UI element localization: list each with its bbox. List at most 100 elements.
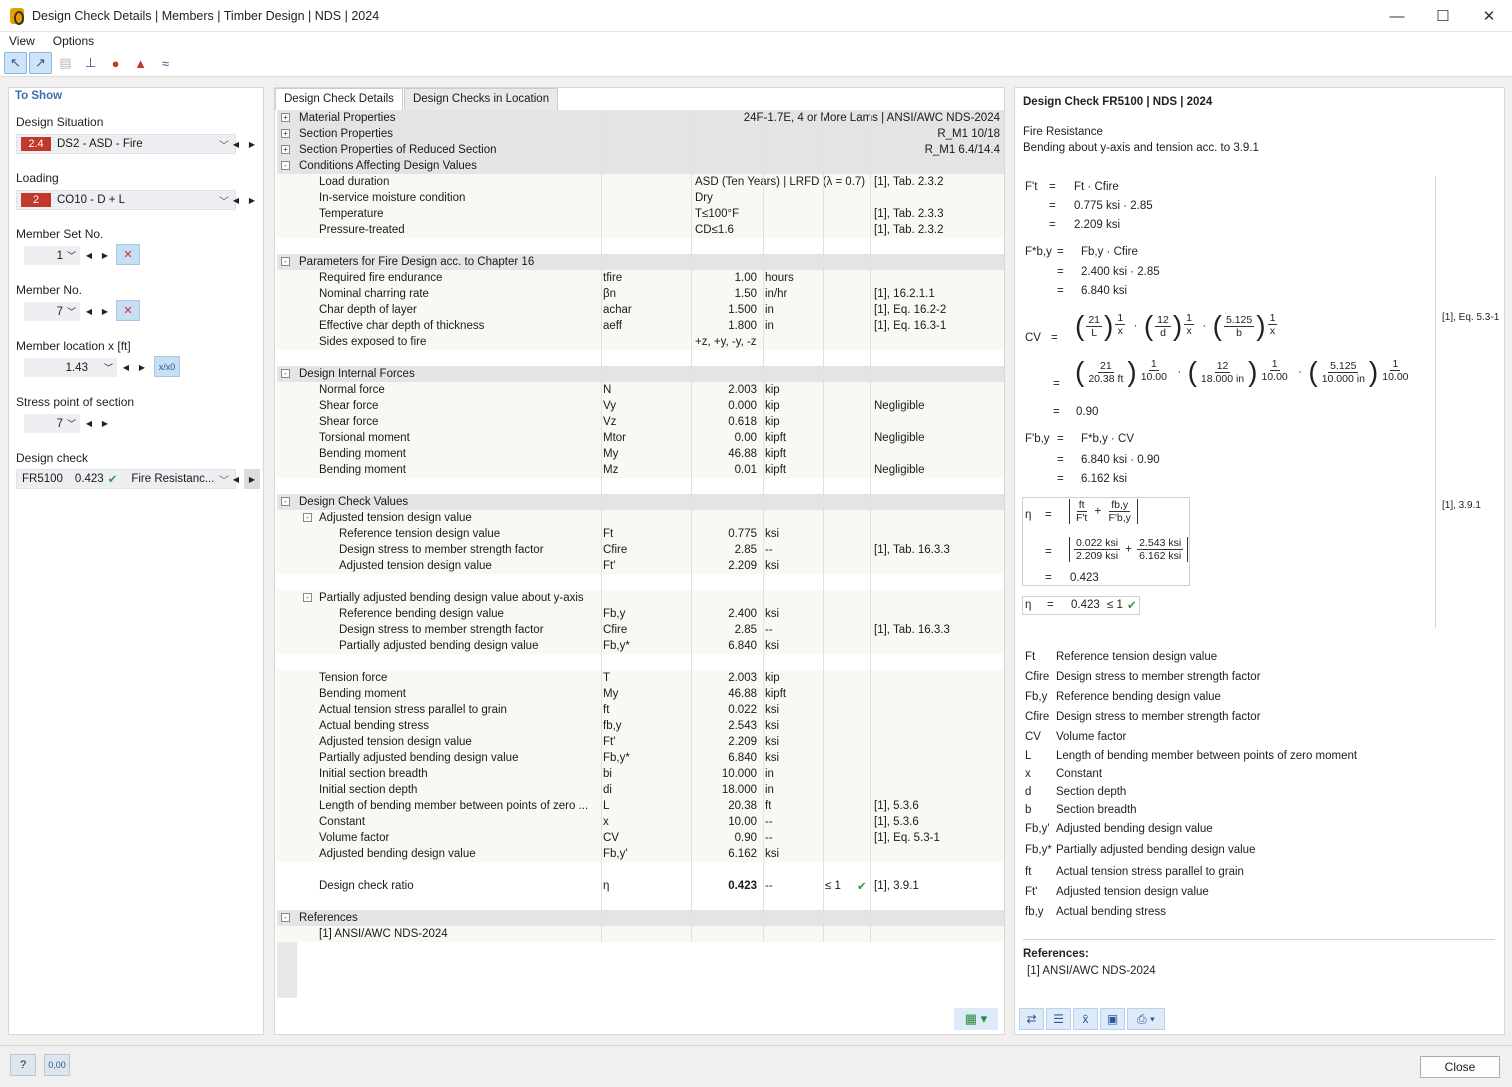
table-row[interactable]: Reference tension design value Ft 0.775 ksi [277, 526, 1004, 542]
expand-icon[interactable]: + [281, 129, 290, 138]
maximize-icon[interactable]: ☐ [1420, 0, 1466, 32]
table-row[interactable]: Bending moment My 46.88 kipft [277, 686, 1004, 702]
table-row[interactable]: Char depth of layer achar 1.500 in [1], Eq. … [277, 302, 1004, 318]
table-row[interactable]: Adjusted tension design value Ft' 2.209 ksi [277, 734, 1004, 750]
table-row[interactable]: Temperature T≤100°F [1], Tab. 2.3.3 [277, 206, 1004, 222]
stress-point-select[interactable]: 7 ﹀ [24, 414, 80, 433]
export-excel-icon[interactable]: ▦ ▾ [954, 1008, 998, 1030]
table-row[interactable]: Required fire endurance tfire 1.00 hours [277, 270, 1004, 286]
table-row[interactable]: Bending moment My 46.88 kipft [277, 446, 1004, 462]
table-row[interactable]: Design stress to member strength factor C… [277, 622, 1004, 638]
collapse-icon[interactable]: - [281, 161, 290, 170]
color-scale-icon[interactable]: ● [104, 52, 127, 74]
tab-design-checks-in-location[interactable]: Design Checks in Location [403, 88, 559, 110]
table-row[interactable]: Load duration ASD (Ten Years) | LRFD (λ =… [277, 174, 1004, 190]
next-arrow-icon[interactable]: ▶ [97, 301, 113, 321]
table-row[interactable]: Design check ratio η 0.423 -- ≤ 1 ✔ [1], 3.9.1 [277, 878, 1004, 894]
member-view-icon[interactable]: ⊥ [79, 52, 102, 74]
close-button[interactable]: Close [1420, 1056, 1500, 1078]
table-row[interactable]: Shear force Vz 0.618 kip [277, 414, 1004, 430]
tab-design-check-details[interactable]: Design Check Details [275, 88, 403, 110]
table-row[interactable]: Partially adjusted bending design value F… [277, 638, 1004, 654]
table-row[interactable]: Actual bending stress fb,y 2.543 ksi [277, 718, 1004, 734]
table-row[interactable]: Initial section depth di 18.000 in [277, 782, 1004, 798]
pick-member-button[interactable]: ✕ [116, 300, 140, 321]
collapse-icon[interactable]: - [281, 913, 290, 922]
section-row[interactable]: + Section Properties R_M1 10/18 [277, 126, 1004, 142]
table-row[interactable]: - Partially adjusted bending design value… [277, 590, 1004, 606]
table-row[interactable]: - Adjusted tension design value [277, 510, 1004, 526]
section-row[interactable]: + Material Properties 24F-1.7E, 4 or More … [277, 110, 1004, 126]
table-row[interactable]: Adjusted tension design value Ft' 2.209 ksi [277, 558, 1004, 574]
next-arrow-icon[interactable]: ▶ [244, 134, 260, 154]
collapse-icon[interactable]: - [303, 593, 312, 602]
table-row[interactable]: Design stress to member strength factor C… [277, 542, 1004, 558]
member-select[interactable]: 7 ﹀ [24, 302, 80, 321]
relative-location-button[interactable]: x/x0 [154, 356, 180, 377]
close-icon[interactable]: ✕ [1466, 0, 1512, 32]
table-row[interactable]: Reference bending design value Fb,y 2.400 k… [277, 606, 1004, 622]
table-row[interactable]: Pressure-treated CD≤1.6 [1], Tab. 2.3.2 [277, 222, 1004, 238]
member-set-select[interactable]: 1 ﹀ [24, 246, 80, 265]
minimize-icon[interactable]: — [1374, 0, 1420, 32]
section-row[interactable]: - Conditions Affecting Design Values [277, 158, 1004, 174]
menu-options[interactable]: Options [44, 34, 103, 48]
collapse-icon[interactable]: - [281, 257, 290, 266]
prev-arrow-icon[interactable]: ◀ [228, 190, 244, 210]
help-icon[interactable]: ? [10, 1054, 36, 1076]
section-row[interactable]: - Design Check Values [277, 494, 1004, 510]
location-select[interactable]: 1.43 ﹀ [24, 358, 117, 377]
expand-icon[interactable]: + [281, 113, 290, 122]
table-row[interactable]: Bending moment Mz 0.01 kipft Negligible [277, 462, 1004, 478]
table-row[interactable]: Tension force T 2.003 kip [277, 670, 1004, 686]
prev-arrow-icon[interactable]: ◀ [228, 134, 244, 154]
table-row[interactable]: Sides exposed to fire +z, +y, -y, -z [277, 334, 1004, 350]
next-arrow-icon[interactable]: ▶ [244, 469, 260, 489]
info-icon[interactable]: ▲ [129, 52, 152, 74]
table-row[interactable]: Volume factor CV 0.90 -- [1], Eq. 5.3-1 [277, 830, 1004, 846]
table-row[interactable]: Shear force Vy 0.000 kip Negligible [277, 398, 1004, 414]
swap-icon[interactable]: ⇄ [1019, 1008, 1044, 1030]
next-arrow-icon[interactable]: ▶ [97, 413, 113, 433]
diagram-icon[interactable]: ≈ [154, 52, 177, 74]
select-location-icon[interactable]: ↗ [29, 52, 52, 74]
next-arrow-icon[interactable]: ▶ [244, 190, 260, 210]
prev-arrow-icon[interactable]: ◀ [81, 301, 97, 321]
table-row[interactable]: Actual tension stress parallel to grain f… [277, 702, 1004, 718]
table-row[interactable]: Torsional moment Mtor 0.00 kipft Negligible [277, 430, 1004, 446]
prev-arrow-icon[interactable]: ◀ [81, 413, 97, 433]
table-row[interactable]: In-service moisture condition Dry [277, 190, 1004, 206]
table-row[interactable]: Constant x 10.00 -- [1], 5.3.6 [277, 814, 1004, 830]
design-check-select[interactable]: FR5100 0.423 ✔ Fire Resistanc... ﹀ [16, 469, 236, 489]
formula-icon[interactable]: x̄ [1073, 1008, 1098, 1030]
table-row[interactable]: Normal force N 2.003 kip [277, 382, 1004, 398]
table-row[interactable]: Effective char depth of thickness aeff 1.8… [277, 318, 1004, 334]
menu-view[interactable]: View [0, 34, 44, 48]
prev-arrow-icon[interactable]: ◀ [118, 357, 134, 377]
table-row[interactable]: Initial section breadth bi 10.000 in [277, 766, 1004, 782]
next-arrow-icon[interactable]: ▶ [97, 245, 113, 265]
loading-select[interactable]: 2 CO10 - D + L ﹀ [16, 190, 236, 210]
section-row[interactable]: - Design Internal Forces [277, 366, 1004, 382]
collapse-icon[interactable]: - [303, 513, 312, 522]
units-button[interactable]: 0,00 [44, 1054, 70, 1076]
section-row[interactable]: - Parameters for Fire Design acc. to Chap… [277, 254, 1004, 270]
expand-icon[interactable]: + [281, 145, 290, 154]
table-row[interactable]: [1] ANSI/AWC NDS-2024 [277, 926, 1004, 942]
table-row[interactable]: Length of bending member between points … [277, 798, 1004, 814]
table-row[interactable]: Partially adjusted bending design value F… [277, 750, 1004, 766]
collapse-icon[interactable]: - [281, 369, 290, 378]
collapse-icon[interactable]: - [281, 497, 290, 506]
list-icon[interactable]: ☰ [1046, 1008, 1071, 1030]
pick-member-set-button[interactable]: ✕ [116, 244, 140, 265]
prev-arrow-icon[interactable]: ◀ [228, 469, 244, 489]
section-row[interactable]: - References [277, 910, 1004, 926]
design-situation-select[interactable]: 2.4 DS2 - ASD - Fire ﹀ [16, 134, 236, 154]
next-arrow-icon[interactable]: ▶ [134, 357, 150, 377]
table-row[interactable]: Nominal charring rate βn 1.50 in/hr [1], 16.… [277, 286, 1004, 302]
print-icon[interactable]: ⎙ ▾ [1127, 1008, 1165, 1030]
page-icon[interactable]: ▣ [1100, 1008, 1125, 1030]
prev-arrow-icon[interactable]: ◀ [81, 245, 97, 265]
select-member-icon[interactable]: ↖ [4, 52, 27, 74]
table-row[interactable]: Adjusted bending design value Fb,y' 6.162 k… [277, 846, 1004, 862]
